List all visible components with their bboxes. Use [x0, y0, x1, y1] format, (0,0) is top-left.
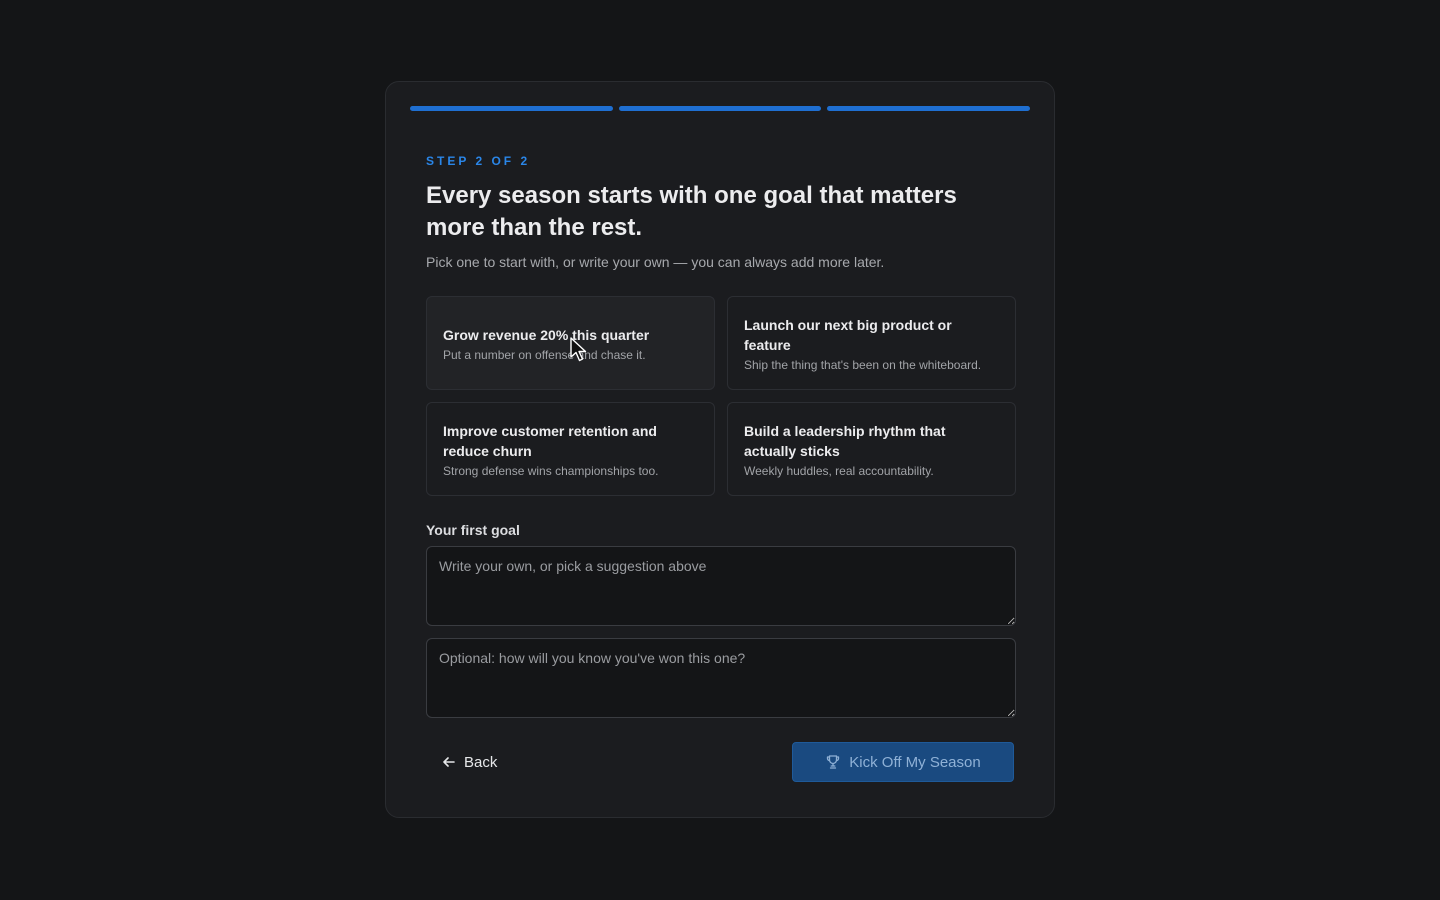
success-criteria-input[interactable]: [426, 638, 1016, 718]
suggestion-card-launch[interactable]: Launch our next big product or feature S…: [727, 296, 1016, 390]
suggestion-title: Improve customer retention and reduce ch…: [443, 422, 657, 459]
page-subtitle: Pick one to start with, or write your ow…: [426, 254, 885, 270]
suggestion-title: Build a leadership rhythm that actually …: [744, 422, 946, 459]
suggestion-grid: Grow revenue 20% this quarter Put a numb…: [426, 296, 1016, 496]
page-title: Every season starts with one goal that m…: [426, 182, 957, 241]
suggestion-card-retention[interactable]: Improve customer retention and reduce ch…: [426, 402, 715, 496]
onboarding-card: STEP 2 OF 2 Every season starts with one…: [385, 81, 1055, 818]
suggestion-description: Ship the thing that's been on the whiteb…: [744, 357, 982, 372]
trophy-icon: [827, 755, 840, 769]
suggestion-title: Launch our next big product or feature: [744, 316, 952, 353]
back-button[interactable]: Back: [426, 742, 513, 782]
kick-off-button[interactable]: Kick Off My Season: [792, 742, 1014, 782]
arrow-left-icon: [443, 757, 455, 767]
goal-field-label: Your first goal: [426, 522, 520, 538]
step-label: STEP 2 OF 2: [426, 154, 531, 168]
mouse-cursor-icon: [570, 337, 587, 362]
suggestion-description: Weekly huddles, real accountability.: [744, 463, 934, 478]
progress-segment-1: [410, 106, 613, 111]
progress-segment-3: [827, 106, 1031, 111]
progress-bar: [410, 106, 1031, 111]
suggestion-card-leadership[interactable]: Build a leadership rhythm that actually …: [727, 402, 1016, 496]
back-button-label: Back: [464, 753, 498, 771]
kick-off-button-label: Kick Off My Season: [849, 753, 981, 771]
suggestion-description: Strong defense wins championships too.: [443, 463, 659, 478]
goal-input[interactable]: [426, 546, 1016, 626]
action-bar: Back Kick Off My Season: [426, 742, 1014, 782]
progress-segment-2: [618, 106, 822, 111]
